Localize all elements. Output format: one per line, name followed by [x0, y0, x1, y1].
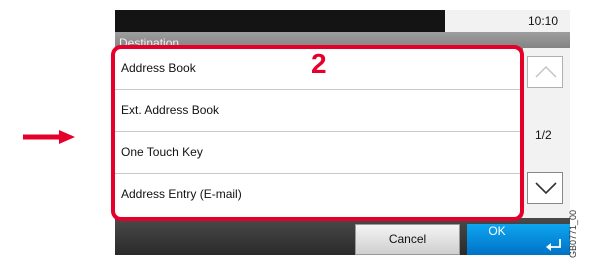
scroll-up-button[interactable]: [527, 56, 563, 88]
status-bar: 10:10: [115, 10, 570, 32]
ok-button[interactable]: OK: [467, 224, 570, 255]
scroll-area: 1/2: [523, 48, 570, 218]
cancel-button[interactable]: Cancel: [355, 224, 460, 255]
figure-code: GB0771_00: [568, 209, 578, 258]
scroll-down-button[interactable]: [527, 172, 563, 204]
chevron-up-icon: [535, 65, 557, 78]
ok-button-label: OK: [488, 224, 506, 238]
pointer-arrow-icon: [23, 130, 75, 144]
clock: 10:10: [527, 14, 558, 28]
enter-icon: [546, 239, 561, 251]
step-number-callout: 2: [311, 48, 327, 79]
page-indicator: 1/2: [535, 128, 552, 142]
message-area: [115, 10, 445, 32]
chevron-down-icon: [535, 182, 557, 195]
bottom-bar: Cancel OK: [115, 218, 570, 255]
